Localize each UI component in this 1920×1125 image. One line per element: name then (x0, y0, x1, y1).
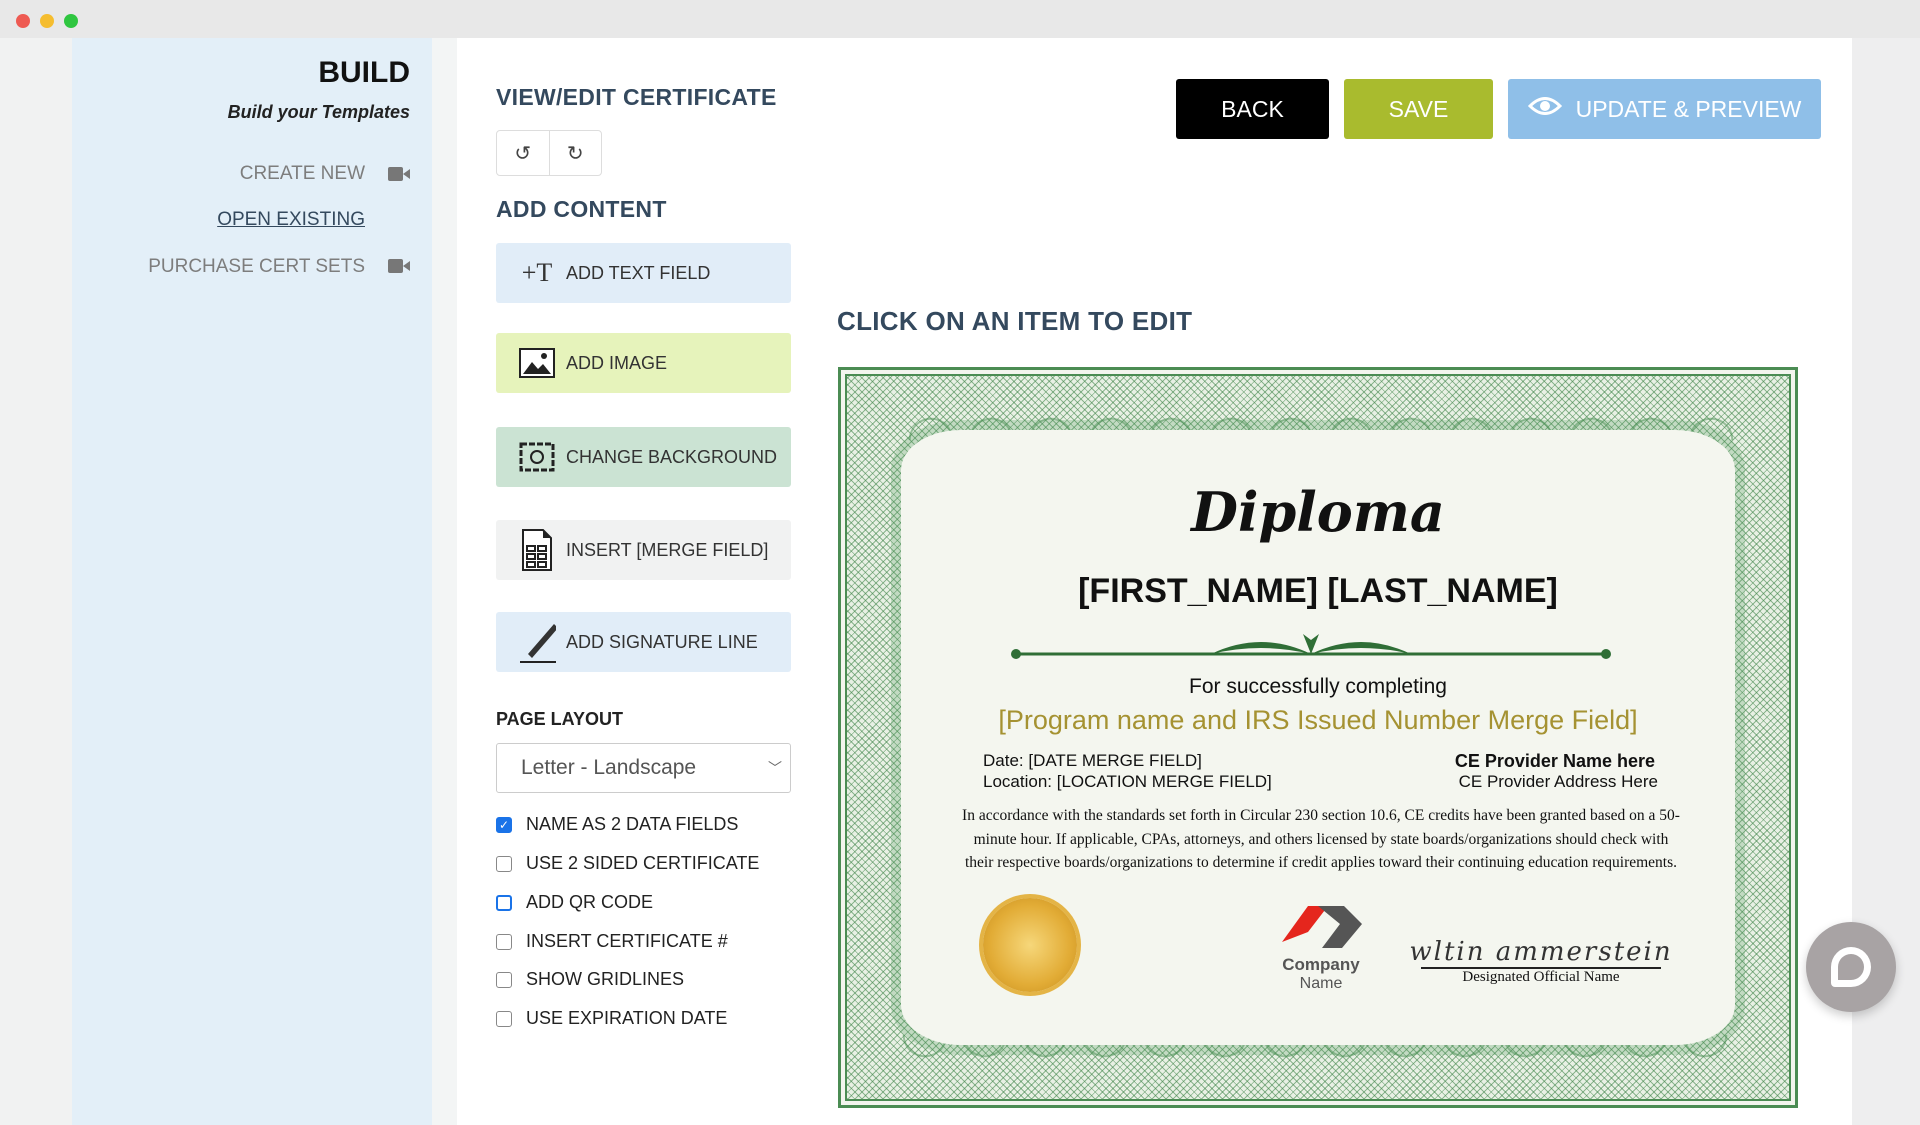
company-logo-icon (1282, 906, 1362, 948)
certificate-preview[interactable]: Diploma [FIRST_NAME] [LAST_NAME] For suc… (838, 367, 1798, 1108)
select-value: Letter - Landscape (521, 756, 697, 779)
add-signature-line-button[interactable]: ADD SIGNATURE LINE (496, 612, 791, 672)
button-label: CHANGE BACKGROUND (566, 446, 778, 467)
program-merge-field[interactable]: [Program name and IRS Issued Number Merg… (841, 705, 1795, 736)
video-camera-icon[interactable] (388, 259, 410, 273)
sidebar-item-open-existing[interactable]: OPEN EXISTING (217, 209, 365, 231)
checkbox-use-2-sided-certificate[interactable]: USE 2 SIDED CERTIFICATE (496, 853, 759, 874)
maximize-window-button[interactable] (64, 14, 78, 28)
signature-block[interactable]: wltin ammerstein Designated Official Nam… (1391, 937, 1691, 986)
certificate-title[interactable]: Diploma (841, 480, 1795, 544)
gold-seal-image[interactable] (983, 898, 1077, 992)
provider-name[interactable]: CE Provider Name here (1455, 751, 1655, 772)
sidebar (72, 38, 432, 1125)
checkbox-use-expiration-date[interactable]: USE EXPIRATION DATE (496, 1008, 727, 1029)
checkbox-label: USE 2 SIDED CERTIFICATE (526, 853, 760, 873)
certificate-name-field[interactable]: [FIRST_NAME] [LAST_NAME] (841, 572, 1795, 611)
button-label: ADD IMAGE (566, 352, 668, 373)
checkbox-label: SHOW GRIDLINES (526, 969, 685, 989)
chevron-down-icon: ﹀ (768, 760, 782, 776)
button-label: ADD TEXT FIELD (566, 262, 711, 283)
add-image-button[interactable]: ADD IMAGE (496, 333, 791, 393)
document-grid-icon (518, 529, 556, 571)
checkbox[interactable] (496, 1010, 512, 1027)
signature-image: wltin ammerstein (1409, 937, 1673, 967)
chat-support-button[interactable] (1806, 922, 1896, 1012)
checkbox[interactable] (496, 894, 512, 911)
add-text-icon: +T (521, 258, 553, 287)
left-margin (0, 38, 72, 1125)
date-field[interactable]: Date: [DATE MERGE FIELD] (983, 751, 1202, 771)
checkbox[interactable] (496, 971, 512, 988)
checkbox-label: ADD QR CODE (526, 892, 654, 912)
leaf-ornament-divider (1011, 632, 1611, 672)
checkbox-insert-certificate-number[interactable]: INSERT CERTIFICATE # (496, 931, 728, 952)
add-content-heading: ADD CONTENT (496, 196, 667, 222)
provider-address[interactable]: CE Provider Address Here (1459, 772, 1658, 792)
completing-text[interactable]: For successfully completing (841, 675, 1795, 699)
sidebar-item-purchase-cert-sets[interactable]: PURCHASE CERT SETS (148, 256, 365, 278)
checkbox-add-qr-code[interactable]: ADD QR CODE (496, 892, 653, 913)
video-camera-icon[interactable] (388, 167, 410, 181)
page-title: VIEW/EDIT CERTIFICATE (496, 84, 777, 110)
add-text-field-button[interactable]: +T ADD TEXT FIELD (496, 243, 791, 303)
gutter (432, 38, 457, 1125)
checkbox-show-gridlines[interactable]: SHOW GRIDLINES (496, 969, 684, 990)
checkbox[interactable] (496, 855, 512, 872)
redo-button[interactable]: ↻ (548, 131, 602, 175)
button-label: UPDATE & PREVIEW (1575, 95, 1802, 122)
chat-bubble-icon (1831, 947, 1871, 987)
minimize-window-button[interactable] (40, 14, 54, 28)
signature-label: Designated Official Name (1421, 967, 1661, 986)
change-background-button[interactable]: CHANGE BACKGROUND (496, 427, 791, 487)
checkbox-label: USE EXPIRATION DATE (526, 1008, 728, 1028)
company-logo[interactable]: Company Name (1271, 902, 1371, 993)
company-name-line2: Name (1299, 975, 1343, 992)
company-name-line1: Company (1282, 955, 1360, 974)
checkbox-name-as-2-data-fields[interactable]: ✓ NAME AS 2 DATA FIELDS (496, 814, 738, 835)
sidebar-title: BUILD (318, 56, 410, 89)
close-window-button[interactable] (16, 14, 30, 28)
button-label: INSERT [MERGE FIELD] (566, 539, 769, 560)
button-label: ADD SIGNATURE LINE (566, 631, 758, 652)
checkbox[interactable] (496, 933, 512, 950)
undo-button[interactable]: ↺ (497, 131, 549, 175)
sidebar-subtitle: Build your Templates (227, 102, 410, 122)
back-button[interactable]: BACK (1176, 79, 1329, 139)
update-preview-button[interactable]: UPDATE & PREVIEW (1508, 79, 1821, 139)
sidebar-item-create-new[interactable]: CREATE NEW (240, 163, 365, 185)
location-field[interactable]: Location: [LOCATION MERGE FIELD] (983, 772, 1272, 792)
checkbox[interactable]: ✓ (496, 816, 512, 833)
eye-icon (1527, 95, 1562, 123)
insert-merge-field-button[interactable]: INSERT [MERGE FIELD] (496, 520, 791, 580)
page-layout-heading: PAGE LAYOUT (496, 709, 624, 729)
undo-redo-group: ↺ ↻ (496, 130, 602, 176)
preview-heading: CLICK ON AN ITEM TO EDIT (837, 306, 1193, 336)
background-frame-icon (518, 440, 556, 474)
page-layout-select[interactable]: Letter - Landscape ﹀ (496, 743, 791, 793)
pen-signature-icon (518, 624, 556, 663)
window-titlebar (0, 0, 1920, 38)
checkbox-label: NAME AS 2 DATA FIELDS (526, 814, 739, 834)
image-icon (518, 346, 556, 380)
checkbox-label: INSERT CERTIFICATE # (526, 931, 728, 951)
certificate-statement[interactable]: In accordance with the standards set for… (961, 804, 1681, 875)
save-button[interactable]: SAVE (1344, 79, 1493, 139)
